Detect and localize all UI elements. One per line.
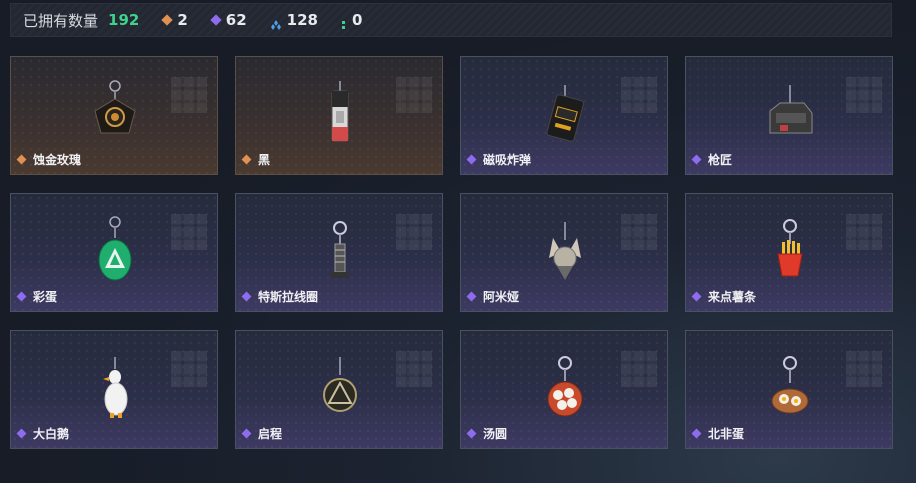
owned-count-total: 192 <box>108 11 140 29</box>
item-name: 磁吸炸弹 <box>483 153 532 167</box>
purple-diamond-icon <box>466 428 477 439</box>
item-name: 来点薯条 <box>708 290 757 304</box>
black-tag-keychain-icon <box>331 81 349 142</box>
item-name: 阿米娅 <box>483 290 520 304</box>
departure-keychain-icon <box>323 357 357 412</box>
stat-blue: 128 <box>270 11 318 30</box>
item-label: 汤圆 <box>466 425 508 442</box>
item-label: 北非蛋 <box>691 425 745 442</box>
stat-purple-value: 62 <box>225 11 247 29</box>
item-name: 特斯拉线圈 <box>258 290 319 304</box>
item-card[interactable]: 枪匠 <box>685 56 893 175</box>
item-label: 特斯拉线圈 <box>241 288 319 305</box>
card-decoration <box>846 214 882 250</box>
purple-diamond-icon <box>16 428 27 439</box>
item-card[interactable]: 彩蛋 <box>10 193 218 312</box>
blue-diamond-icon <box>270 15 281 30</box>
item-label: 阿米娅 <box>466 288 520 305</box>
magnetic-bomb-keychain-icon <box>546 85 585 142</box>
card-decoration <box>396 214 432 250</box>
purple-diamond-icon <box>16 291 27 302</box>
fries-keychain-icon <box>777 219 803 277</box>
purple-diamond-icon <box>241 428 252 439</box>
stat-green-value: 0 <box>351 11 363 29</box>
orange-diamond-icon <box>241 154 252 165</box>
easter-egg-keychain-icon <box>98 216 132 281</box>
item-label: 大白鹅 <box>16 425 70 442</box>
tesla-coil-keychain-icon <box>331 221 349 278</box>
card-decoration <box>171 77 207 113</box>
card-decoration <box>396 77 432 113</box>
item-card[interactable]: 启程 <box>235 330 443 449</box>
item-label: 蚀金玫瑰 <box>16 151 82 168</box>
item-label: 来点薯条 <box>691 288 757 305</box>
item-name: 枪匠 <box>708 153 733 167</box>
purple-diamond-icon <box>691 428 702 439</box>
inventory-header: 已拥有数量 192 2 62 128 0 <box>10 3 892 37</box>
item-name: 彩蛋 <box>33 290 58 304</box>
purple-diamond-icon <box>691 291 702 302</box>
green-dots-icon <box>341 15 346 29</box>
item-name: 蚀金玫瑰 <box>33 153 82 167</box>
card-decoration <box>396 351 432 387</box>
item-card[interactable]: 北非蛋 <box>685 330 893 449</box>
item-name: 黑 <box>258 153 271 167</box>
purple-diamond-icon <box>466 291 477 302</box>
item-card[interactable]: 磁吸炸弹 <box>460 56 668 175</box>
item-label: 彩蛋 <box>16 288 58 305</box>
card-decoration <box>621 77 657 113</box>
item-label: 启程 <box>241 425 283 442</box>
item-card[interactable]: 来点薯条 <box>685 193 893 312</box>
stat-blue-value: 128 <box>286 11 318 29</box>
item-card[interactable]: 大白鹅 <box>10 330 218 449</box>
orange-diamond-icon <box>16 154 27 165</box>
purple-diamond-icon <box>241 291 252 302</box>
item-name: 启程 <box>258 427 283 441</box>
card-decoration <box>621 351 657 387</box>
amiya-keychain-icon <box>549 222 581 280</box>
item-card[interactable]: 蚀金玫瑰 <box>10 56 218 175</box>
item-card[interactable]: 特斯拉线圈 <box>235 193 443 312</box>
keychain-grid: 蚀金玫瑰 黑 磁吸炸弹 枪匠 彩蛋 特斯拉线圈 阿米娅 来点薯条 大白鹅 启程 … <box>10 56 893 449</box>
card-decoration <box>846 77 882 113</box>
gunsmith-keychain-icon <box>769 85 813 134</box>
stat-orange-value: 2 <box>177 11 188 29</box>
card-decoration <box>621 214 657 250</box>
item-card[interactable]: 黑 <box>235 56 443 175</box>
stat-purple: 62 <box>210 11 247 29</box>
owned-count-label: 已拥有数量 <box>23 11 99 30</box>
purple-diamond-icon <box>210 14 222 26</box>
card-decoration <box>171 351 207 387</box>
item-name: 北非蛋 <box>708 427 745 441</box>
tangyuan-keychain-icon <box>547 356 583 417</box>
gold-rose-keychain-icon <box>94 80 136 134</box>
item-label: 磁吸炸弹 <box>466 151 532 168</box>
item-card[interactable]: 阿米娅 <box>460 193 668 312</box>
white-goose-keychain-icon <box>103 357 128 418</box>
item-name: 汤圆 <box>483 427 508 441</box>
item-name: 大白鹅 <box>33 427 70 441</box>
purple-diamond-icon <box>466 154 477 165</box>
card-decoration <box>846 351 882 387</box>
stat-green: 0 <box>341 11 363 29</box>
card-decoration <box>171 214 207 250</box>
item-card[interactable]: 汤圆 <box>460 330 668 449</box>
item-label: 黑 <box>241 151 271 168</box>
purple-diamond-icon <box>691 154 702 165</box>
orange-diamond-icon <box>161 14 173 26</box>
stat-orange: 2 <box>161 11 188 29</box>
item-label: 枪匠 <box>691 151 733 168</box>
shakshuka-keychain-icon <box>771 356 809 414</box>
